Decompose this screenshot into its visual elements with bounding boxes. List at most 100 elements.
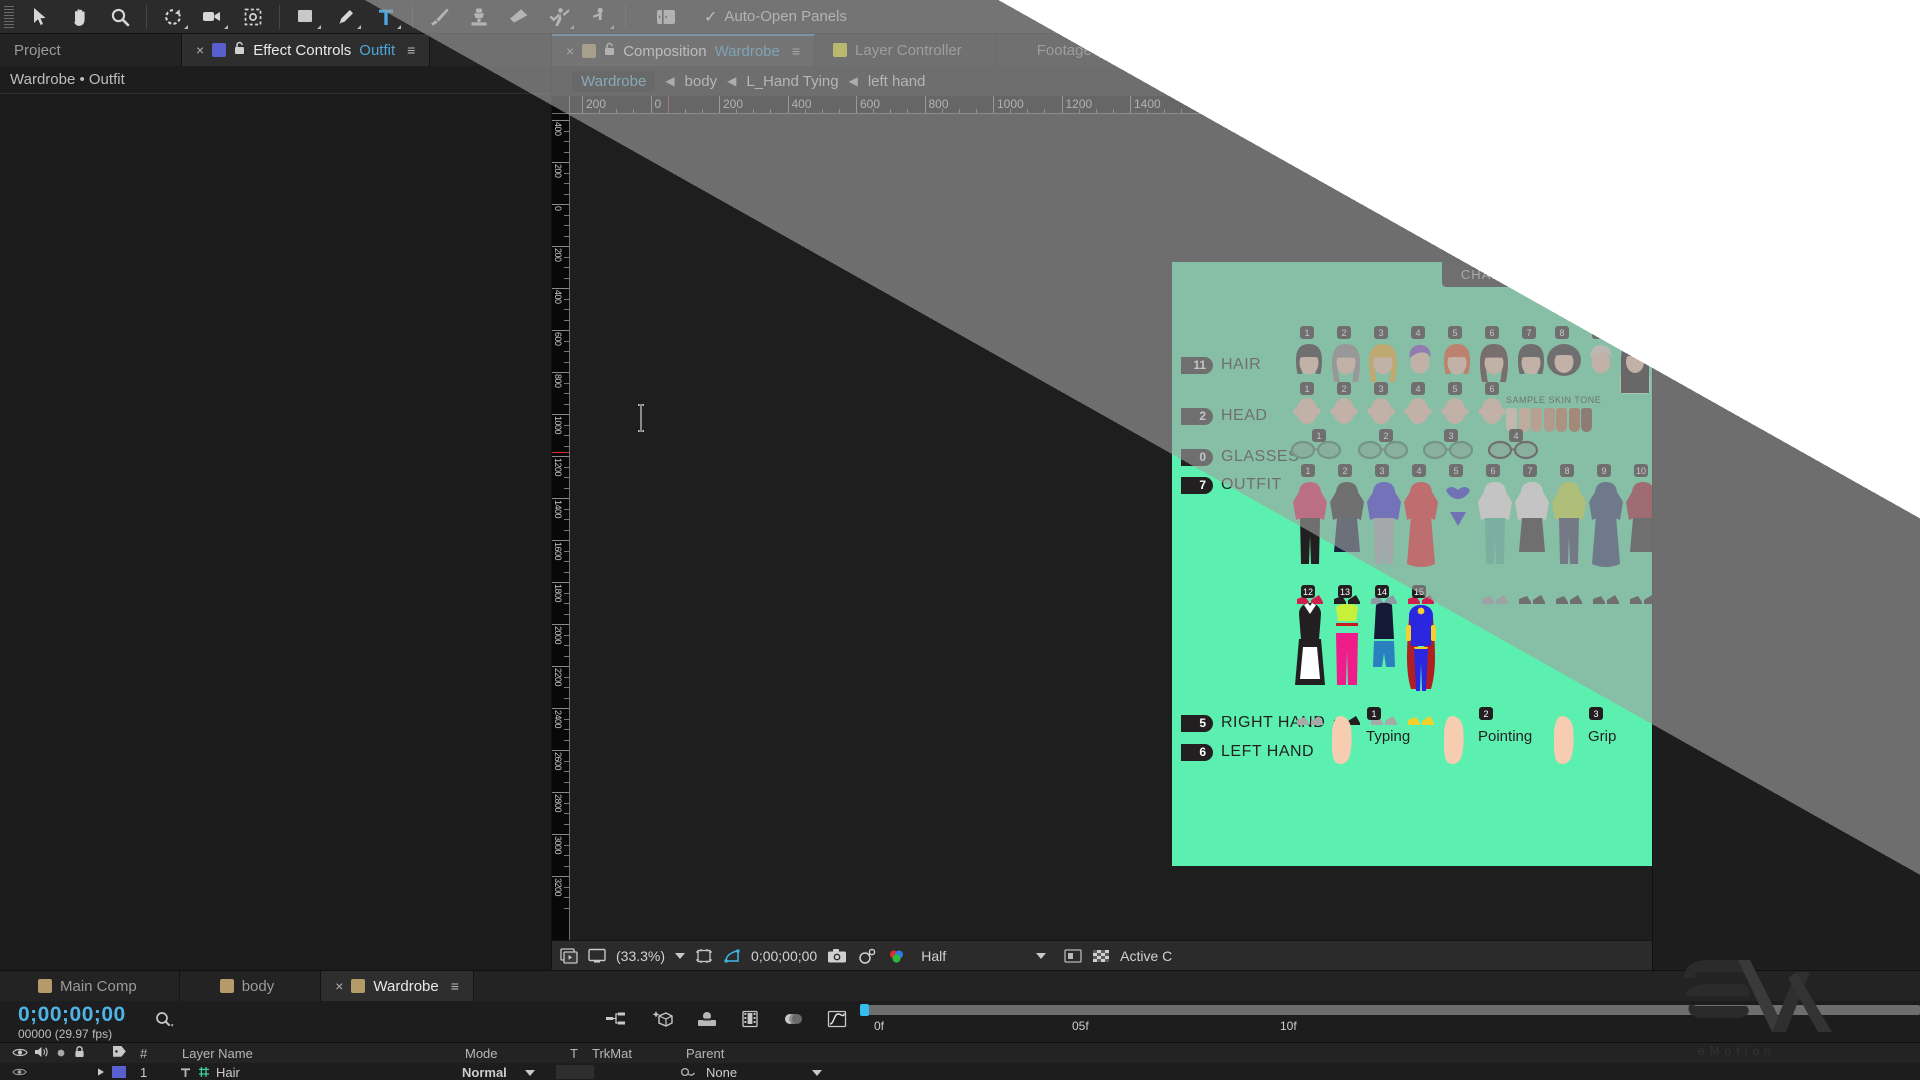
panel-menu-icon[interactable]: ≡ bbox=[1700, 113, 1708, 129]
hair-item-10[interactable] bbox=[1616, 340, 1652, 399]
chevron-down-icon[interactable] bbox=[1793, 13, 1804, 20]
first-frame-button[interactable] bbox=[1667, 74, 1687, 95]
zoom-chevron-down-icon[interactable] bbox=[675, 952, 686, 959]
resolution-chevron-down-icon[interactable] bbox=[1036, 952, 1047, 959]
row-expand-triangle-icon[interactable] bbox=[96, 1067, 106, 1077]
auto-open-panels-toggle[interactable]: ✓ Auto-Open Panels bbox=[704, 7, 847, 27]
outfit-item-2[interactable] bbox=[1327, 476, 1367, 589]
camera-tool[interactable] bbox=[193, 0, 233, 34]
head-item-4[interactable] bbox=[1401, 394, 1435, 433]
current-time-value[interactable]: 0;00;00;00 bbox=[751, 948, 817, 964]
effect-controls-body[interactable] bbox=[0, 94, 551, 970]
label-icon[interactable] bbox=[112, 1045, 127, 1061]
head-item-5[interactable] bbox=[1438, 394, 1472, 433]
snapshot-icon[interactable] bbox=[827, 948, 847, 964]
clone-stamp-tool[interactable] bbox=[459, 0, 499, 34]
monitor-icon[interactable] bbox=[588, 948, 606, 964]
close-icon[interactable]: × bbox=[566, 43, 574, 59]
workspace-sync-icon[interactable] bbox=[1568, 6, 1594, 27]
hand-item-3[interactable] bbox=[1553, 714, 1580, 771]
tab-layer-controller[interactable]: Layer Controller bbox=[815, 34, 997, 66]
outfit-item-7[interactable] bbox=[1512, 476, 1552, 589]
zoom-tool[interactable] bbox=[100, 0, 140, 34]
draft-3d-icon[interactable] bbox=[651, 1009, 673, 1034]
outfit-item-3[interactable] bbox=[1364, 476, 1404, 589]
composition-mini-flowchart-icon[interactable] bbox=[605, 1010, 627, 1033]
eraser-tool[interactable] bbox=[499, 0, 539, 34]
panel-menu-icon[interactable]: ≡ bbox=[451, 978, 459, 994]
table-row[interactable]: 1 Hair Normal None bbox=[0, 1063, 1920, 1080]
outfit-item-13[interactable] bbox=[1327, 597, 1367, 710]
hide-shy-layers-icon[interactable] bbox=[697, 1010, 717, 1033]
wardrobe-artwork[interactable]: CHARACTER WARDROBE 11 HAIR 2 HEAD 0 GLASSES 7 O… bbox=[1172, 262, 1652, 866]
head-item-2[interactable] bbox=[1327, 394, 1361, 433]
row-layer-name[interactable]: Hair bbox=[216, 1065, 240, 1080]
breadcrumb-l-hand-tying[interactable]: L_Hand Tying bbox=[746, 73, 838, 90]
show-snapshot-icon[interactable] bbox=[857, 948, 877, 964]
row-mode[interactable]: Normal bbox=[462, 1065, 507, 1080]
outfit-item-9[interactable] bbox=[1586, 476, 1626, 589]
selection-tool[interactable] bbox=[20, 0, 60, 34]
outfit-item-14[interactable] bbox=[1364, 597, 1404, 710]
lock-icon[interactable] bbox=[604, 42, 615, 60]
transparency-grid-icon[interactable] bbox=[1092, 948, 1110, 964]
frame-blending-icon[interactable] bbox=[741, 1010, 759, 1033]
puppet-tool[interactable] bbox=[579, 0, 619, 34]
tab-flowchart[interactable]: Flowchart Airport.aep bbox=[1180, 34, 1402, 66]
row-label-color[interactable] bbox=[112, 1066, 126, 1078]
zoom-handle-left[interactable] bbox=[860, 1004, 869, 1016]
roto-brush-tool[interactable] bbox=[539, 0, 579, 34]
brush-tool[interactable] bbox=[419, 0, 459, 34]
zoom-level-value[interactable]: (33.3%) bbox=[616, 948, 665, 964]
hair-item-9[interactable] bbox=[1582, 340, 1620, 399]
hand-tool[interactable] bbox=[60, 0, 100, 34]
row-mode-chevron-down-icon[interactable] bbox=[525, 1070, 535, 1076]
row-parent-pickwhip-icon[interactable] bbox=[680, 1066, 696, 1079]
row-trkmat-swatch[interactable] bbox=[556, 1065, 594, 1079]
hand-item-2[interactable] bbox=[1443, 714, 1470, 771]
vertical-ruler[interactable]: 400 200 0 200 400 600 800 1000 1200 1400 1600 1800 2… bbox=[552, 114, 570, 940]
solo-icon[interactable] bbox=[56, 1046, 66, 1061]
pen-tool[interactable] bbox=[326, 0, 366, 34]
open-panels-icon[interactable] bbox=[646, 0, 686, 34]
horizontal-ruler[interactable]: 200 0 200 400 600 800 1000 1200 1400 1600 1800 2000… bbox=[570, 96, 1652, 114]
play-button[interactable] bbox=[1753, 73, 1771, 96]
head-item-6[interactable] bbox=[1475, 394, 1509, 433]
graph-editor-icon[interactable] bbox=[827, 1010, 847, 1033]
toolbar-grip[interactable] bbox=[4, 5, 14, 28]
close-icon[interactable]: × bbox=[196, 42, 204, 58]
mask-toggle-icon[interactable] bbox=[723, 948, 741, 964]
tab-footage[interactable]: Footage (none) bbox=[997, 34, 1181, 66]
skin-tone-swatch-6[interactable] bbox=[1568, 408, 1580, 432]
outfit-item-10[interactable] bbox=[1623, 476, 1652, 589]
tab-wardrobe[interactable]: × Wardrobe ≡ bbox=[321, 971, 474, 1001]
hair-item-8[interactable] bbox=[1545, 340, 1583, 399]
eye-icon[interactable] bbox=[12, 1046, 28, 1061]
skin-tone-swatch-3[interactable] bbox=[1531, 408, 1542, 432]
skin-tone-swatch-4[interactable] bbox=[1543, 408, 1555, 432]
tab-effect-controls[interactable]: × Effect Controls Outfit ≡ bbox=[182, 34, 431, 66]
panel-menu-icon[interactable]: ≡ bbox=[407, 42, 415, 58]
head-item-1[interactable] bbox=[1290, 394, 1324, 433]
type-tool[interactable] bbox=[366, 0, 406, 34]
outfit-item-12[interactable] bbox=[1290, 597, 1330, 710]
rotation-tool[interactable] bbox=[153, 0, 193, 34]
row-eye-toggle[interactable] bbox=[12, 1067, 27, 1077]
outfit-item-15[interactable] bbox=[1401, 597, 1441, 710]
timeline-search[interactable] bbox=[154, 1010, 178, 1033]
workspace-selector[interactable]: All Panels bbox=[1692, 5, 1784, 28]
shape-tool[interactable] bbox=[286, 0, 326, 34]
last-frame-button[interactable] bbox=[1837, 74, 1857, 95]
breadcrumb-left-hand[interactable]: left hand bbox=[868, 73, 926, 90]
outfit-item-6[interactable] bbox=[1475, 476, 1515, 589]
head-item-3[interactable] bbox=[1364, 394, 1398, 433]
outfit-item-8[interactable] bbox=[1549, 476, 1589, 589]
outfit-item-4[interactable] bbox=[1401, 476, 1441, 589]
channels-icon[interactable] bbox=[887, 948, 907, 964]
skin-tone-swatch-5[interactable] bbox=[1556, 408, 1567, 432]
timeline-current-time[interactable]: 0;00;00;00 00000 (29.97 fps) bbox=[18, 1003, 126, 1041]
view-mode-value[interactable]: Active C bbox=[1120, 948, 1172, 964]
next-frame-button[interactable] bbox=[1793, 74, 1815, 95]
region-of-interest-icon[interactable] bbox=[695, 948, 713, 964]
outfit-item-1[interactable] bbox=[1290, 476, 1330, 589]
